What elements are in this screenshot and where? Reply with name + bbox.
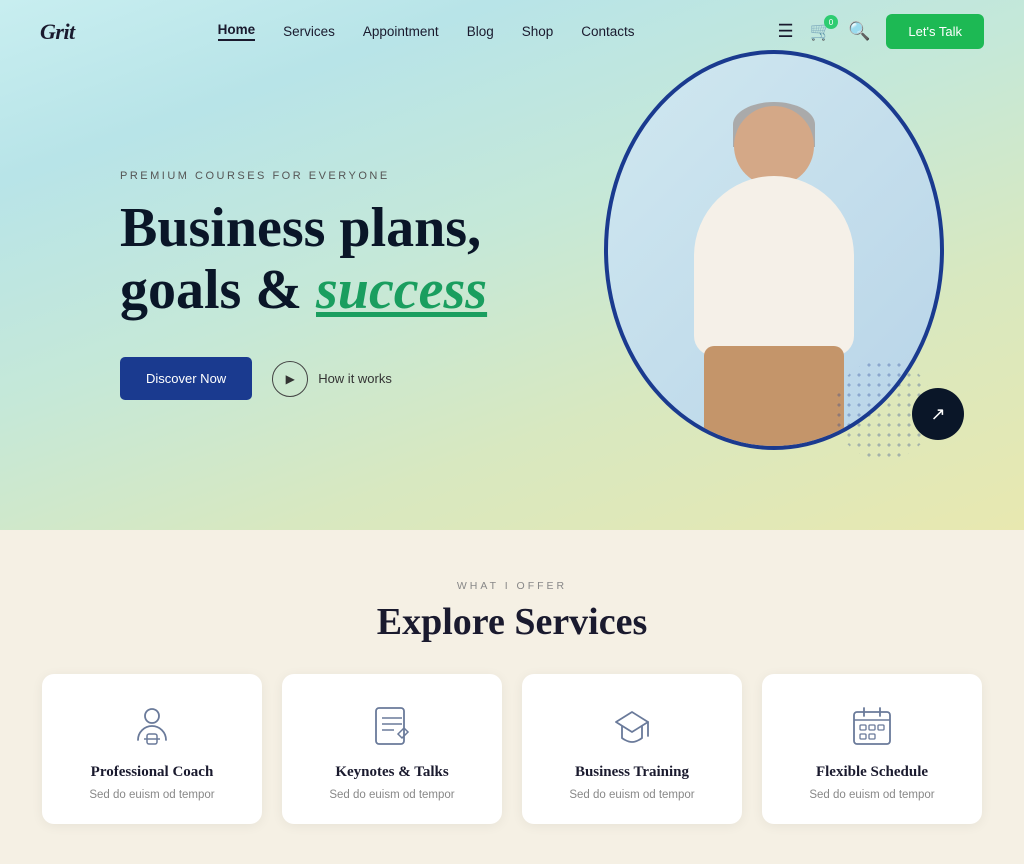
keynotes-icon — [368, 702, 416, 750]
training-icon — [608, 702, 656, 750]
logo: Grit — [40, 19, 75, 45]
person-pants — [704, 346, 844, 446]
hero-actions: Discover Now ▶ How it works — [120, 357, 487, 400]
logo-text: Grit — [40, 19, 75, 44]
nav-services[interactable]: Services — [283, 24, 335, 39]
services-eyebrow: WHAT I OFFER — [40, 580, 984, 592]
scroll-arrow-button[interactable]: ↗ — [912, 388, 964, 440]
header-icons: ☰ 🛒 0 🔍 Let's Talk — [777, 14, 984, 49]
header: Grit Home Services Appointment Blog Shop… — [0, 0, 1024, 63]
card-keynotes-name: Keynotes & Talks — [306, 764, 478, 781]
nav-shop[interactable]: Shop — [522, 24, 554, 39]
hero-title-line2-normal: goals & — [120, 259, 316, 321]
nav-blog[interactable]: Blog — [467, 24, 494, 39]
hero-eyebrow: PREMIUM COURSES FOR EVERYONE — [120, 170, 487, 182]
how-it-works-link[interactable]: ▶ How it works — [272, 361, 392, 397]
card-keynotes-desc: Sed do euism od tempor — [306, 787, 478, 804]
person-head — [734, 106, 814, 186]
hero-title: Business plans, goals & success — [120, 198, 487, 321]
hero-section: PREMIUM COURSES FOR EVERYONE Business pl… — [0, 0, 1024, 530]
cart-badge: 0 — [824, 15, 838, 29]
service-card-schedule: Flexible Schedule Sed do euism od tempor — [762, 674, 982, 824]
hero-title-line1: Business plans, — [120, 197, 481, 259]
service-card-keynotes: Keynotes & Talks Sed do euism od tempor — [282, 674, 502, 824]
menu-icon[interactable]: ☰ — [777, 21, 793, 42]
card-schedule-name: Flexible Schedule — [786, 764, 958, 781]
services-title: Explore Services — [40, 600, 984, 644]
nav-contacts[interactable]: Contacts — [581, 24, 634, 39]
schedule-icon — [848, 702, 896, 750]
play-icon[interactable]: ▶ — [272, 361, 308, 397]
nav-appointment[interactable]: Appointment — [363, 24, 439, 39]
services-header: WHAT I OFFER Explore Services — [40, 580, 984, 644]
hero-content: PREMIUM COURSES FOR EVERYONE Business pl… — [120, 170, 487, 400]
nav-home[interactable]: Home — [218, 22, 256, 41]
coach-icon — [128, 702, 176, 750]
hero-title-highlight: success — [316, 259, 487, 321]
how-it-works-label: How it works — [318, 371, 392, 386]
person-body — [694, 176, 854, 356]
lets-talk-button[interactable]: Let's Talk — [886, 14, 984, 49]
card-coach-desc: Sed do euism od tempor — [66, 787, 238, 804]
service-card-coach: Professional Coach Sed do euism od tempo… — [42, 674, 262, 824]
main-nav: Home Services Appointment Blog Shop Cont… — [218, 22, 635, 41]
card-coach-name: Professional Coach — [66, 764, 238, 781]
services-grid: Professional Coach Sed do euism od tempo… — [40, 674, 984, 824]
services-section: WHAT I OFFER Explore Services Profession… — [0, 530, 1024, 864]
hero-image-area: ↗ — [584, 50, 964, 480]
card-training-name: Business Training — [546, 764, 718, 781]
card-training-desc: Sed do euism od tempor — [546, 787, 718, 804]
card-schedule-desc: Sed do euism od tempor — [786, 787, 958, 804]
discover-now-button[interactable]: Discover Now — [120, 357, 252, 400]
service-card-training: Business Training Sed do euism od tempor — [522, 674, 742, 824]
arrow-icon: ↗ — [930, 404, 945, 425]
cart-icon[interactable]: 🛒 0 — [810, 21, 832, 42]
search-icon[interactable]: 🔍 — [848, 21, 870, 42]
